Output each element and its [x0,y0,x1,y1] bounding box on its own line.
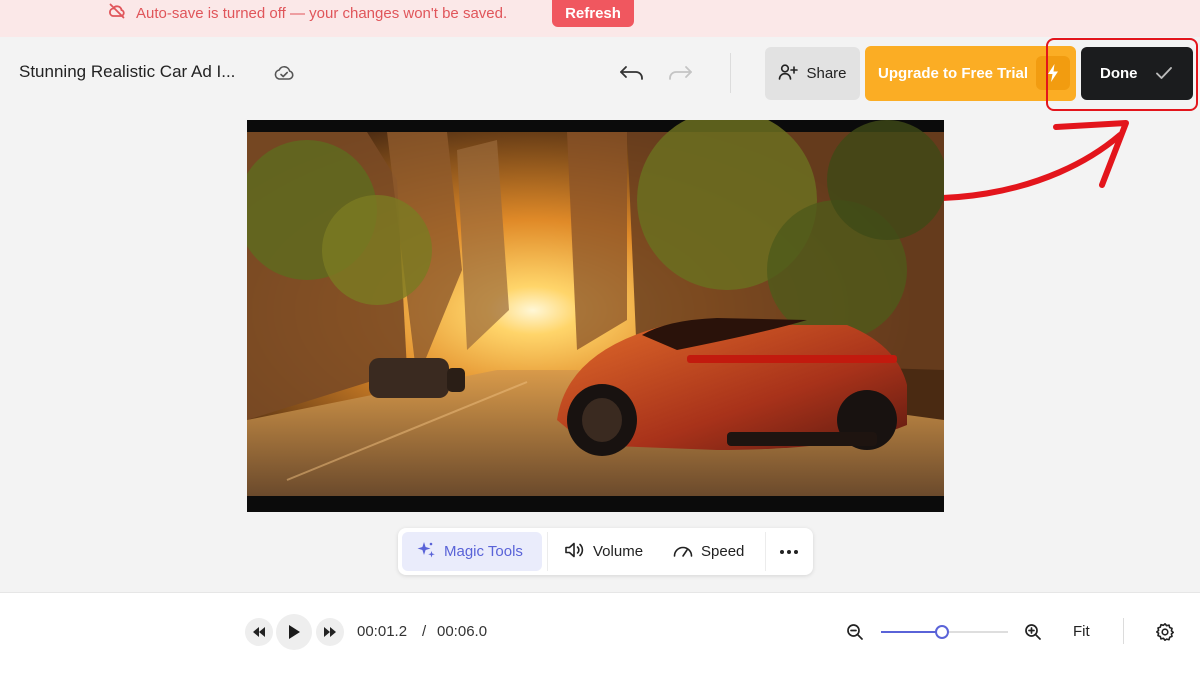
fit-button[interactable]: Fit [1073,623,1090,640]
share-button[interactable]: Share [765,47,860,100]
check-icon [1156,67,1172,79]
volume-button[interactable]: Volume [564,532,643,571]
zoom-in-icon[interactable] [1024,623,1042,646]
player-bar: 00:01.2 / 00:06.0 Fit [0,592,1200,675]
total-time: 00:06.0 [437,623,488,640]
done-button[interactable]: Done [1081,47,1193,100]
add-person-icon [778,63,799,85]
play-button[interactable] [276,614,312,650]
gear-icon[interactable] [1155,622,1175,647]
speaker-icon [564,541,586,563]
video-preview[interactable] [247,120,944,512]
rewind-button[interactable] [245,618,273,646]
current-time: 00:01.2 [357,623,408,640]
redo-icon[interactable] [666,62,694,91]
project-title[interactable]: Stunning Realistic Car Ad I... [19,62,235,82]
clip-toolbar: Magic Tools Volume Speed [398,528,813,575]
zoom-slider-fill [881,631,942,633]
cloud-sync-icon[interactable] [273,63,295,88]
fast-forward-icon [324,627,336,637]
zoom-slider[interactable] [881,625,1008,639]
upgrade-button[interactable]: Upgrade to Free Trial [865,46,1076,101]
undo-icon[interactable] [618,62,646,91]
header-divider [730,53,731,93]
zoom-slider-thumb[interactable] [934,625,949,639]
toolbar-divider [765,532,766,571]
play-icon [289,625,300,639]
magic-tools-button[interactable]: Magic Tools [402,532,542,571]
toolbar-divider [547,532,548,571]
player-divider [1123,618,1124,644]
speed-button[interactable]: Speed [672,532,744,571]
autosave-banner: Auto-save is turned off — your changes w… [0,0,1200,37]
cloud-off-icon [108,2,126,25]
speed-label: Speed [701,543,745,560]
zoom-out-icon[interactable] [846,623,864,646]
banner-content: Auto-save is turned off — your changes w… [108,0,515,27]
bolt-icon [1036,56,1070,90]
upgrade-label: Upgrade to Free Trial [878,65,1029,82]
rewind-icon [253,627,265,637]
refresh-button[interactable]: Refresh [552,0,634,27]
time-separator: / [422,623,427,640]
more-options-icon[interactable] [774,532,804,571]
fast-forward-button[interactable] [316,618,344,646]
speedometer-icon [672,541,694,563]
share-label: Share [806,65,847,82]
volume-label: Volume [593,543,644,560]
sparkle-icon [416,540,436,564]
magic-tools-label: Magic Tools [444,543,523,560]
done-label: Done [1100,65,1138,82]
banner-message: Auto-save is turned off — your changes w… [136,5,508,22]
